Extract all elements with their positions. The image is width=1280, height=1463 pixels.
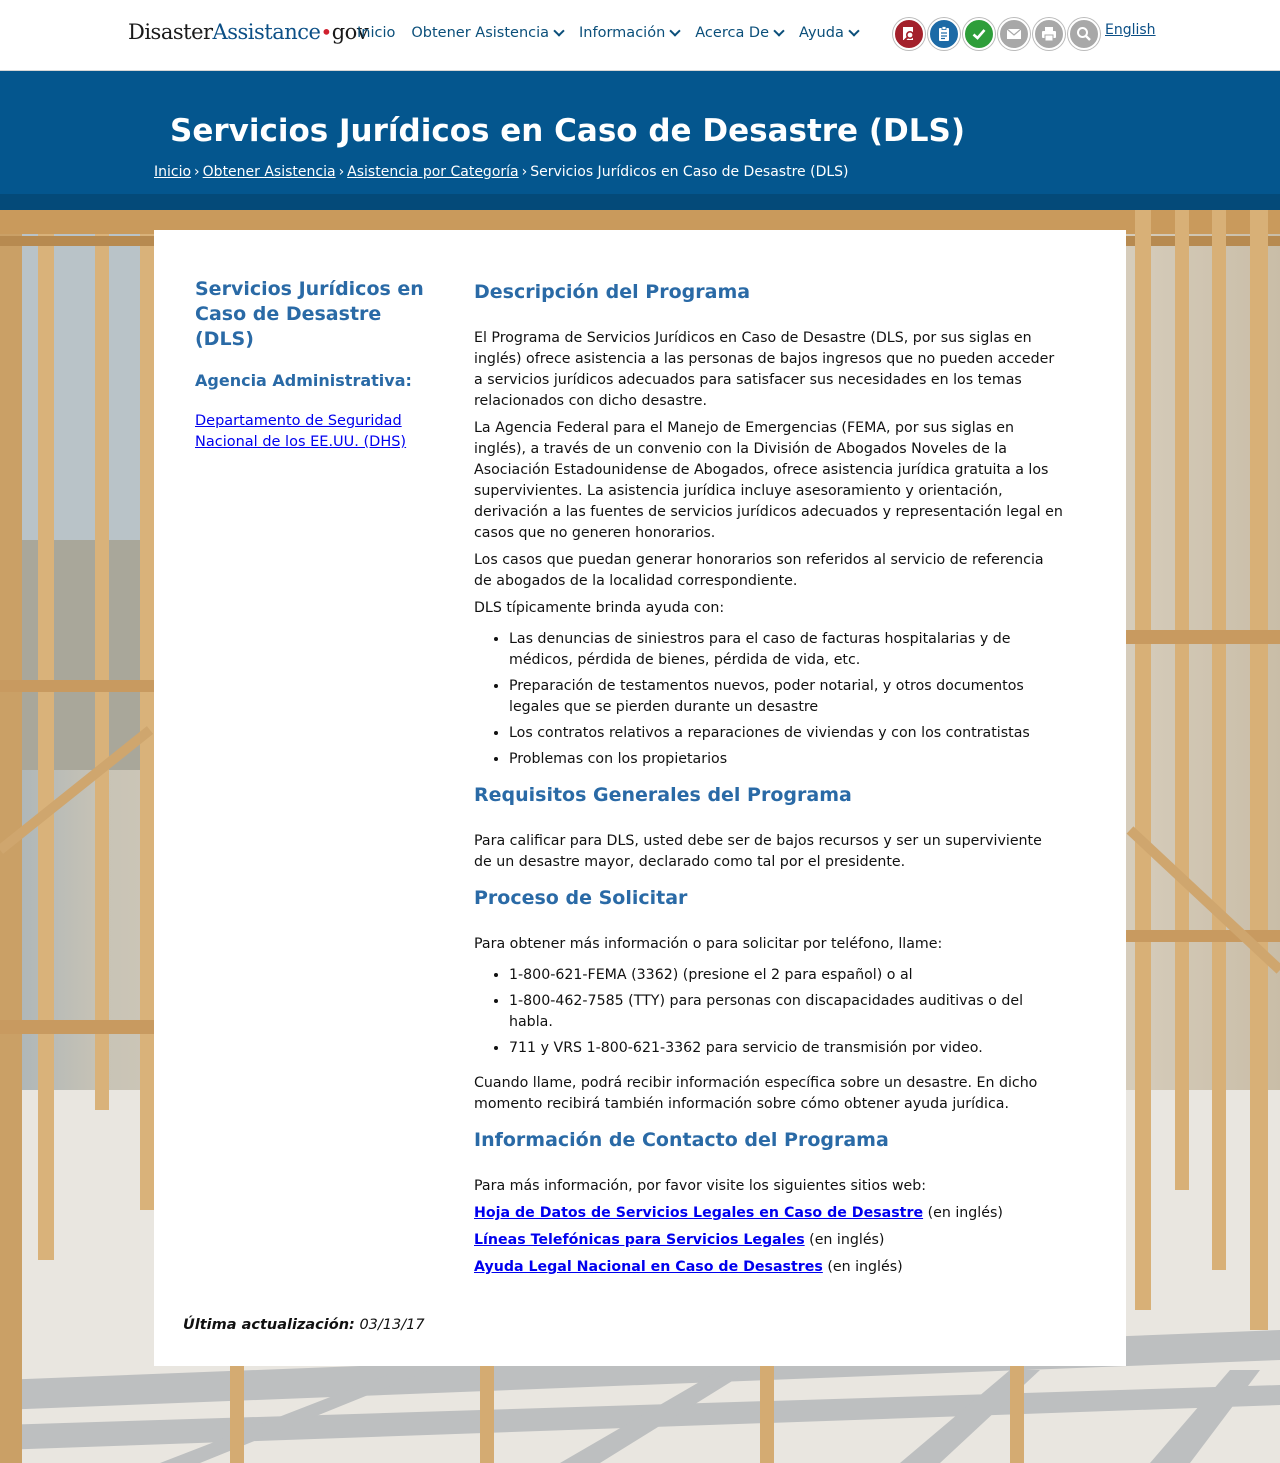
section-heading-description: Descripción del Programa (474, 281, 751, 303)
list-item: Los contratos relativos a reparaciones d… (509, 723, 1064, 744)
breadcrumb: Inicio › Obtener Asistencia › Asistencia por… (154, 164, 849, 180)
list-item: 1-800-621-FEMA (3362) (presione el 2 par… (509, 965, 1064, 986)
contact-links: Para más información, por favor visite l… (474, 1176, 1064, 1278)
check-status-button[interactable] (963, 18, 995, 50)
print-icon (1042, 27, 1056, 42)
main-nav: Inicio Obtener Asistencia Información Ac… (357, 25, 874, 41)
clipboard-icon (939, 26, 949, 41)
paragraph: Cuando llame, podrá recibir información … (474, 1075, 1038, 1112)
agency-heading: Agencia Administrativa: (195, 371, 412, 390)
breadcrumb-inicio[interactable]: Inicio (154, 164, 191, 180)
top-navigation-bar: DisasterAssistance•gov Inicio Obtener As… (0, 0, 1280, 71)
paragraph: El Programa de Servicios Jurídicos en Ca… (474, 330, 1055, 409)
content-card: Servicios Jurídicos en Caso de Desastre … (154, 230, 1126, 1366)
paragraph: Los casos que puedan generar honorarios … (474, 552, 1044, 589)
contact-link-national-legal-aid[interactable]: Ayuda Legal Nacional en Caso de Desastre… (474, 1259, 823, 1275)
chevron-down-icon (553, 25, 565, 37)
breadcrumb-obtener-asistencia[interactable]: Obtener Asistencia (203, 164, 336, 180)
print-button[interactable] (1033, 18, 1065, 50)
nav-label: Acerca De (695, 25, 770, 41)
language-toggle-link[interactable]: English (1105, 22, 1156, 38)
tool-buttons (893, 18, 1103, 50)
paragraph: Para más información, por favor visite l… (474, 1178, 927, 1194)
checkmark-icon (972, 29, 986, 40)
page-title: Servicios Jurídicos en Caso de Desastre … (170, 113, 966, 149)
link-row: Líneas Telefónicas para Servicios Legale… (474, 1230, 1064, 1251)
agency-link[interactable]: Departamento de Seguridad Nacional de lo… (195, 411, 435, 453)
main-content: Descripción del Programa El Programa de … (474, 279, 1064, 1284)
nav-label: Ayuda (799, 25, 844, 41)
find-assistance-button[interactable] (893, 18, 925, 50)
link-suffix: (en inglés) (822, 1259, 903, 1275)
section-heading-requirements: Requisitos Generales del Programa (474, 784, 852, 806)
paragraph: Para calificar para DLS, usted debe ser … (474, 833, 1042, 870)
site-logo[interactable]: DisasterAssistance•gov (128, 20, 369, 44)
paragraph: La Agencia Federal para el Manejo de Eme… (474, 420, 1063, 541)
nav-obtener-asistencia[interactable]: Obtener Asistencia (411, 25, 565, 41)
last-updated-label: Última actualización: (183, 1317, 355, 1333)
list-item: Preparación de testamentos nuevos, poder… (509, 676, 1064, 718)
search-button[interactable] (1068, 18, 1100, 50)
chevron-down-icon (848, 25, 860, 37)
paragraph: DLS típicamente brinda ayuda con: (474, 600, 725, 616)
mail-icon (1006, 28, 1022, 39)
nav-label: Información (579, 25, 666, 41)
logo-text-assistance: Assistance (212, 20, 321, 44)
help-list: Las denuncias de siniestros para el caso… (474, 629, 1064, 770)
breadcrumb-separator: › (194, 164, 200, 180)
sidebar-title: Servicios Jurídicos en Caso de Desastre … (195, 278, 424, 350)
last-updated-date: 03/13/17 (359, 1317, 425, 1333)
section-heading-contact: Información de Contacto del Programa (474, 1129, 889, 1151)
link-suffix: (en inglés) (804, 1232, 885, 1248)
logo-dot: • (320, 20, 332, 44)
nav-informacion[interactable]: Información (579, 25, 681, 41)
list-item: 711 y VRS 1-800-621-3362 para servicio d… (509, 1038, 1064, 1059)
nav-inicio[interactable]: Inicio (357, 25, 395, 41)
email-button[interactable] (998, 18, 1030, 50)
nav-ayuda[interactable]: Ayuda (799, 25, 860, 41)
link-row: Hoja de Datos de Servicios Legales en Ca… (474, 1203, 1064, 1224)
nav-acerca-de[interactable]: Acerca De (695, 25, 785, 41)
phone-list: 1-800-621-FEMA (3362) (presione el 2 par… (474, 965, 1064, 1059)
list-item: Las denuncias de siniestros para el caso… (509, 629, 1064, 671)
breadcrumb-separator: › (338, 164, 345, 180)
breadcrumb-current: Servicios Jurídicos en Caso de Desastre … (530, 164, 849, 180)
contact-link-phone-lines[interactable]: Líneas Telefónicas para Servicios Legale… (474, 1232, 805, 1248)
list-item: Problemas con los propietarios (509, 749, 1064, 770)
section-heading-process: Proceso de Solicitar (474, 887, 688, 909)
apply-online-button[interactable] (928, 18, 960, 50)
chevron-down-icon (669, 25, 681, 37)
list-item: 1-800-462-7585 (TTY) para personas con d… (509, 991, 1064, 1033)
contact-link-fact-sheet[interactable]: Hoja de Datos de Servicios Legales en Ca… (474, 1205, 923, 1221)
search-icon (1077, 27, 1091, 41)
logo-text-disaster: Disaster (128, 20, 213, 44)
paragraph: Para obtener más información o para soli… (474, 936, 943, 952)
nav-label: Obtener Asistencia (411, 25, 550, 41)
link-row: Ayuda Legal Nacional en Caso de Desastre… (474, 1257, 1064, 1278)
link-suffix: (en inglés) (923, 1205, 1003, 1221)
breadcrumb-separator: › (521, 164, 528, 180)
search-document-icon (903, 27, 915, 42)
sidebar: Servicios Jurídicos en Caso de Desastre … (195, 277, 435, 453)
chevron-down-icon (773, 25, 785, 37)
breadcrumb-asistencia-por-categoria[interactable]: Asistencia por Categoría (347, 164, 518, 180)
page-banner: Servicios Jurídicos en Caso de Desastre … (0, 71, 1280, 210)
nav-label: Inicio (357, 25, 396, 41)
last-updated: Última actualización: 03/13/17 (183, 1317, 425, 1333)
